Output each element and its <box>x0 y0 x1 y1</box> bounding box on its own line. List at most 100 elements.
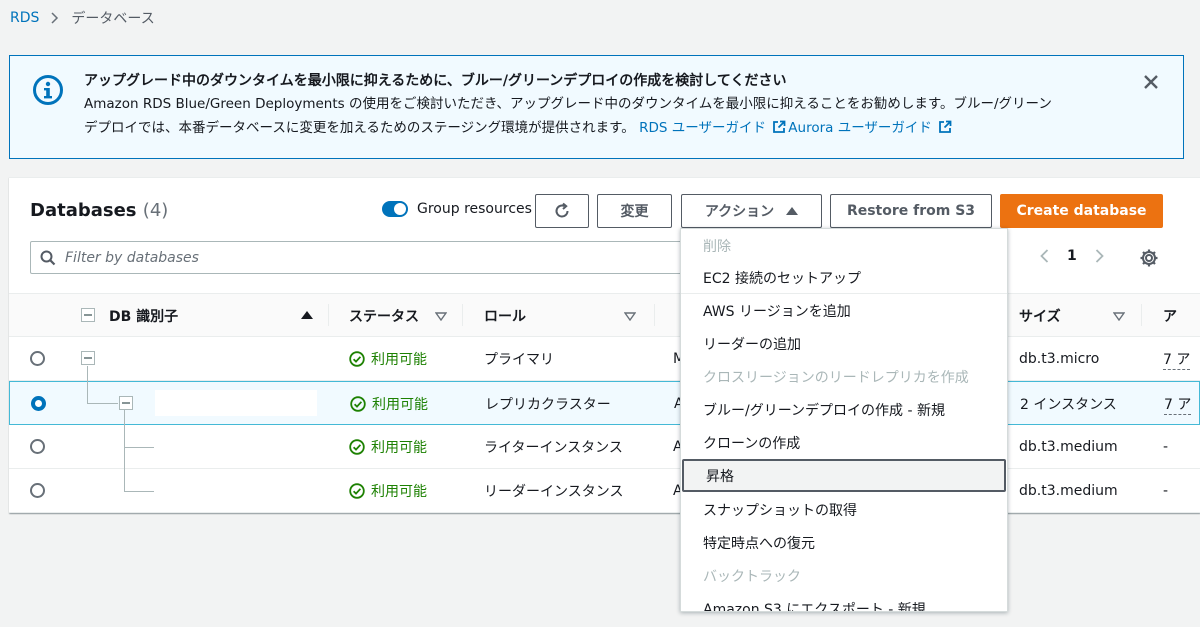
status-cell: 利用可能 <box>350 382 428 426</box>
actions-button[interactable]: アクション <box>681 194 822 228</box>
status-badge: 利用可能 <box>349 349 427 369</box>
aurora-user-guide-link[interactable]: Aurora ユーザーガイド <box>788 120 932 136</box>
tree-line <box>124 447 154 448</box>
role-cell: ライターインスタンス <box>484 440 623 456</box>
sort-icon[interactable] <box>624 312 636 321</box>
breadcrumb-current: データベース <box>71 11 155 27</box>
row-radio-selected[interactable] <box>31 396 46 411</box>
tree-line <box>87 403 118 404</box>
status-cell: 利用可能 <box>349 469 427 513</box>
table-row[interactable]: 利用可能 プライマリ M db.t3.micro 7 ア <box>9 337 1200 381</box>
status-text: 利用可能 <box>371 352 427 368</box>
menu-item-ec2-connection-setup[interactable]: EC2 接続のセットアップ <box>681 261 1007 294</box>
tree-line <box>124 410 125 491</box>
collapse-all-icon[interactable] <box>81 308 95 322</box>
column-label: DB 識別子 <box>109 309 179 325</box>
column-label: ア <box>1163 309 1177 325</box>
toggle-switch[interactable] <box>382 201 408 217</box>
status-text: 利用可能 <box>372 397 428 413</box>
sort-icon[interactable] <box>435 312 447 321</box>
refresh-icon <box>555 202 569 218</box>
role-cell: リーダーインスタンス <box>484 484 624 500</box>
panel-title: Databases (4) <box>30 200 168 221</box>
table-row-selected[interactable]: 利用可能 レプリカクラスター A 2 インスタンス 7 ア <box>9 381 1200 425</box>
menu-item-delete: 削除 <box>703 238 731 255</box>
column-size[interactable]: サイズ <box>1019 294 1061 338</box>
pagination: 1 <box>1037 248 1107 264</box>
menu-item-create-clone[interactable]: クローンの作成 <box>681 426 1007 459</box>
status-text: 利用可能 <box>371 484 427 500</box>
page-number[interactable]: 1 <box>1067 248 1077 264</box>
check-circle-icon <box>349 351 365 367</box>
databases-panel: Databases (4) Group resources 変更 アクション R… <box>9 177 1200 513</box>
column-partial[interactable]: ア <box>1163 294 1177 338</box>
actions-label: アクション <box>704 204 775 220</box>
status-badge: 利用可能 <box>349 481 427 501</box>
banner-text-line1: Amazon RDS Blue/Green Deployments の使用をご検… <box>84 96 1052 112</box>
status-text: 利用可能 <box>371 440 427 456</box>
filter-databases-input[interactable]: Filter by databases <box>30 241 690 274</box>
gear-icon[interactable] <box>1139 248 1159 268</box>
restore-from-s3-button[interactable]: Restore from S3 <box>830 194 992 228</box>
rds-user-guide-link[interactable]: RDS ユーザーガイド <box>639 120 766 136</box>
status-badge: 利用可能 <box>349 437 427 457</box>
table-header: DB 識別子 ステータス ロール サイズ ア <box>9 293 1200 337</box>
menu-item-create-blue-green-deployment[interactable]: ブルー/グリーンデプロイの作成 - 新規 <box>681 393 1007 426</box>
menu-item-create-cross-region-read-replica: クロスリージョンのリードレプリカを作成 <box>703 369 969 386</box>
group-resources-toggle[interactable]: Group resources <box>382 201 532 217</box>
redacted-identifier <box>155 390 317 416</box>
create-database-button[interactable]: Create database <box>1000 194 1163 228</box>
external-link-icon <box>939 120 952 133</box>
partial-cell: - <box>1163 439 1169 455</box>
size-cell: db.t3.medium <box>1019 439 1118 455</box>
status-cell: 利用可能 <box>349 425 427 469</box>
row-radio[interactable] <box>30 351 45 366</box>
status-cell: 利用可能 <box>349 337 427 381</box>
menu-item-add-aws-region[interactable]: AWS リージョンを追加 <box>681 294 1007 327</box>
menu-item-promote[interactable]: 昇格 <box>682 459 1006 492</box>
column-role[interactable]: ロール <box>484 294 526 338</box>
collapse-icon[interactable] <box>81 351 95 365</box>
banner-title: アップグレード中のダウンタイムを最小限に抑えるために、ブルー/グリーンデプロイの… <box>84 73 787 89</box>
row-radio[interactable] <box>30 439 45 454</box>
menu-item-backtrack: バックトラック <box>703 568 801 585</box>
chevron-right-icon <box>51 12 59 24</box>
column-db-identifier[interactable]: DB 識別子 <box>109 294 178 338</box>
search-icon <box>40 250 56 266</box>
blue-green-info-banner: アップグレード中のダウンタイムを最小限に抑えるために、ブルー/グリーンデプロイの… <box>9 55 1184 159</box>
check-circle-icon <box>349 483 365 499</box>
check-circle-icon <box>350 396 366 412</box>
breadcrumb-rds-link[interactable]: RDS <box>10 10 39 26</box>
chevron-right-icon[interactable] <box>1091 248 1107 264</box>
banner-text-line2-body: デプロイでは、本番データベースに変更を加えるためのステージング環境が提供されます… <box>84 120 635 136</box>
menu-item-restore-point-in-time[interactable]: 特定時点への復元 <box>681 526 1007 559</box>
column-label: ステータス <box>349 309 419 325</box>
column-label: サイズ <box>1019 309 1061 325</box>
chevron-left-icon[interactable] <box>1037 248 1053 264</box>
row-radio[interactable] <box>30 483 45 498</box>
actions-dropdown-menu: 削除 EC2 接続のセットアップ AWS リージョンを追加 リーダーの追加 クロ… <box>680 228 1008 612</box>
column-status[interactable]: ステータス <box>349 294 419 338</box>
check-circle-icon <box>349 439 365 455</box>
menu-item-export-to-s3[interactable]: Amazon S3 にエクスポート - 新規 <box>681 592 1007 612</box>
panel-title-text: Databases <box>30 200 137 221</box>
partial-cell: 7 ア <box>1164 382 1192 426</box>
collapse-icon[interactable] <box>119 396 133 410</box>
filter-placeholder: Filter by databases <box>65 250 199 266</box>
close-icon[interactable] <box>1141 72 1161 92</box>
size-cell: db.t3.micro <box>1019 351 1100 367</box>
breadcrumb: RDS データベース <box>10 8 155 28</box>
menu-item-add-reader[interactable]: リーダーの追加 <box>681 327 1007 360</box>
role-cell: レプリカクラスター <box>485 397 611 413</box>
tree-line <box>87 366 88 403</box>
refresh-button[interactable] <box>535 194 589 228</box>
role-cell: プライマリ <box>484 352 554 368</box>
sort-ascending-icon[interactable] <box>301 311 313 319</box>
sort-icon[interactable] <box>1113 312 1125 321</box>
size-cell: db.t3.medium <box>1019 483 1118 499</box>
table-row[interactable]: 利用可能 リーダーインスタンス A db.t3.medium - <box>9 469 1200 513</box>
table-row[interactable]: 利用可能 ライターインスタンス A db.t3.medium - <box>9 425 1200 469</box>
info-icon <box>33 75 63 105</box>
modify-button[interactable]: 変更 <box>597 194 672 228</box>
menu-item-take-snapshot[interactable]: スナップショットの取得 <box>681 493 1007 526</box>
